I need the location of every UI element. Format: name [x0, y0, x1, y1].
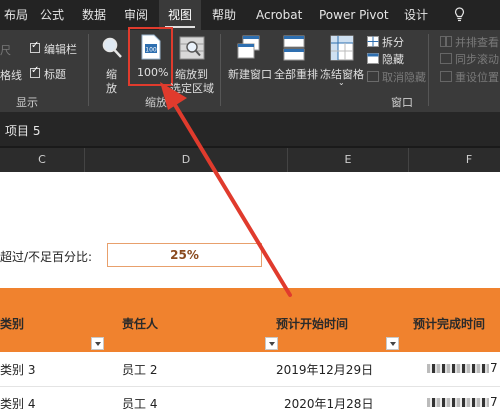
annotation-arrow	[160, 82, 292, 297]
